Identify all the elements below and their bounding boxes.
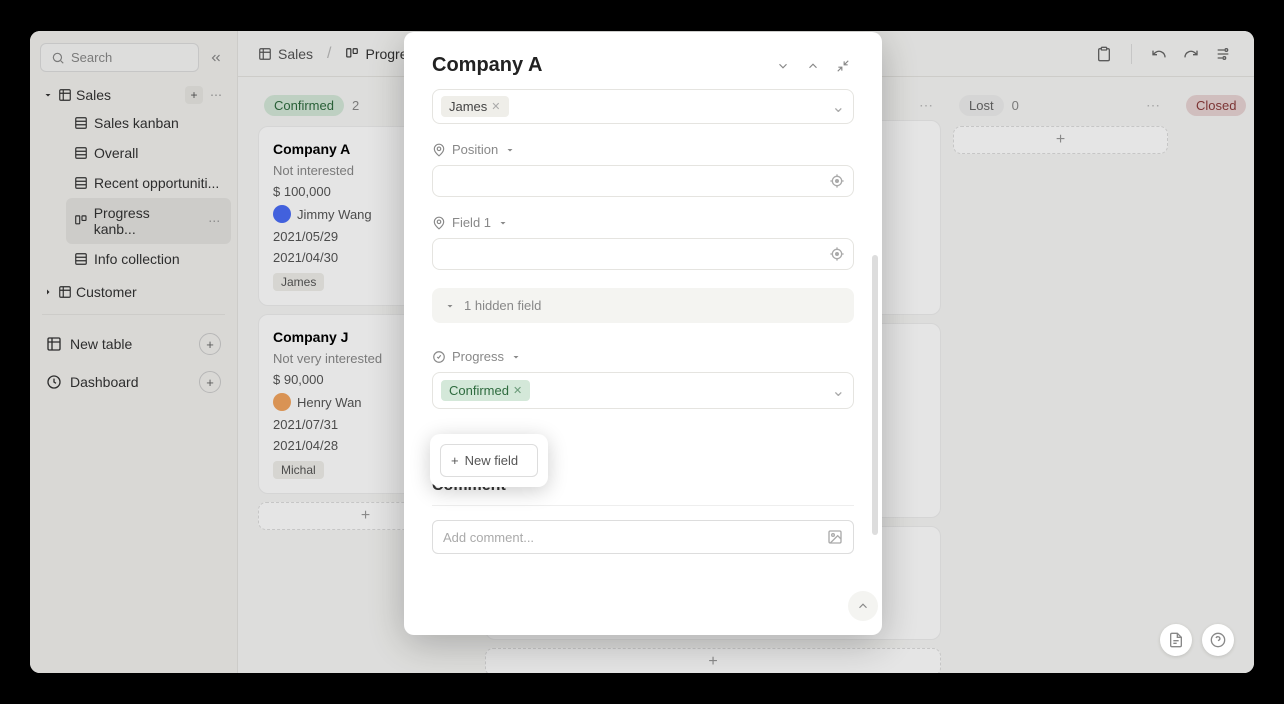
record-modal: Company A James✕ ⌄ Position Field 1 1 hi… (404, 32, 882, 635)
field1-input[interactable] (432, 238, 854, 270)
position-label[interactable]: Position (432, 142, 854, 157)
assignee-field[interactable]: James✕ ⌄ (432, 89, 854, 124)
chevron-down-icon (497, 217, 509, 229)
scroll-top-button[interactable] (848, 591, 878, 621)
new-field-button[interactable]: + New field (440, 444, 538, 477)
chevron-up-icon (856, 599, 870, 613)
geolocate-button[interactable] (829, 173, 845, 189)
notes-button[interactable] (1160, 624, 1192, 656)
chevron-down-icon (776, 59, 790, 73)
geolocate-button[interactable] (829, 246, 845, 262)
progress-label[interactable]: Progress (432, 349, 854, 364)
chevron-down-icon[interactable]: ⌄ (832, 381, 845, 401)
pin-icon (432, 216, 446, 230)
progress-select[interactable]: Confirmed✕ ⌄ (432, 372, 854, 409)
remove-chip-button[interactable]: ✕ (491, 100, 500, 113)
image-icon (827, 529, 843, 545)
file-icon (1168, 632, 1184, 648)
help-icon (1210, 632, 1226, 648)
position-input[interactable] (432, 165, 854, 197)
crosshair-icon (829, 173, 845, 189)
remove-chip-button[interactable]: ✕ (513, 384, 522, 397)
help-button[interactable] (1202, 624, 1234, 656)
chevron-up-icon (806, 59, 820, 73)
next-record-button[interactable] (802, 55, 824, 77)
chevron-down-icon[interactable]: ⌄ (832, 97, 845, 117)
modal-title: Company A (432, 54, 764, 77)
hidden-fields-toggle[interactable]: 1 hidden field (432, 288, 854, 323)
scrollbar[interactable] (872, 122, 878, 545)
chevron-down-icon (504, 144, 516, 156)
progress-chip[interactable]: Confirmed✕ (441, 380, 530, 401)
crosshair-icon (829, 246, 845, 262)
chevron-down-icon (444, 300, 456, 312)
attach-image-button[interactable] (827, 529, 843, 545)
new-field-popover: + New field (430, 434, 548, 487)
field1-label[interactable]: Field 1 (432, 215, 854, 230)
chevron-down-icon (510, 351, 522, 363)
assignee-chip[interactable]: James✕ (441, 96, 509, 117)
status-icon (432, 350, 446, 364)
collapse-modal-button[interactable] (832, 55, 854, 77)
comment-input[interactable]: Add comment... (432, 520, 854, 554)
minimize-icon (836, 59, 850, 73)
plus-icon: + (451, 453, 459, 468)
prev-record-button[interactable] (772, 55, 794, 77)
pin-icon (432, 143, 446, 157)
